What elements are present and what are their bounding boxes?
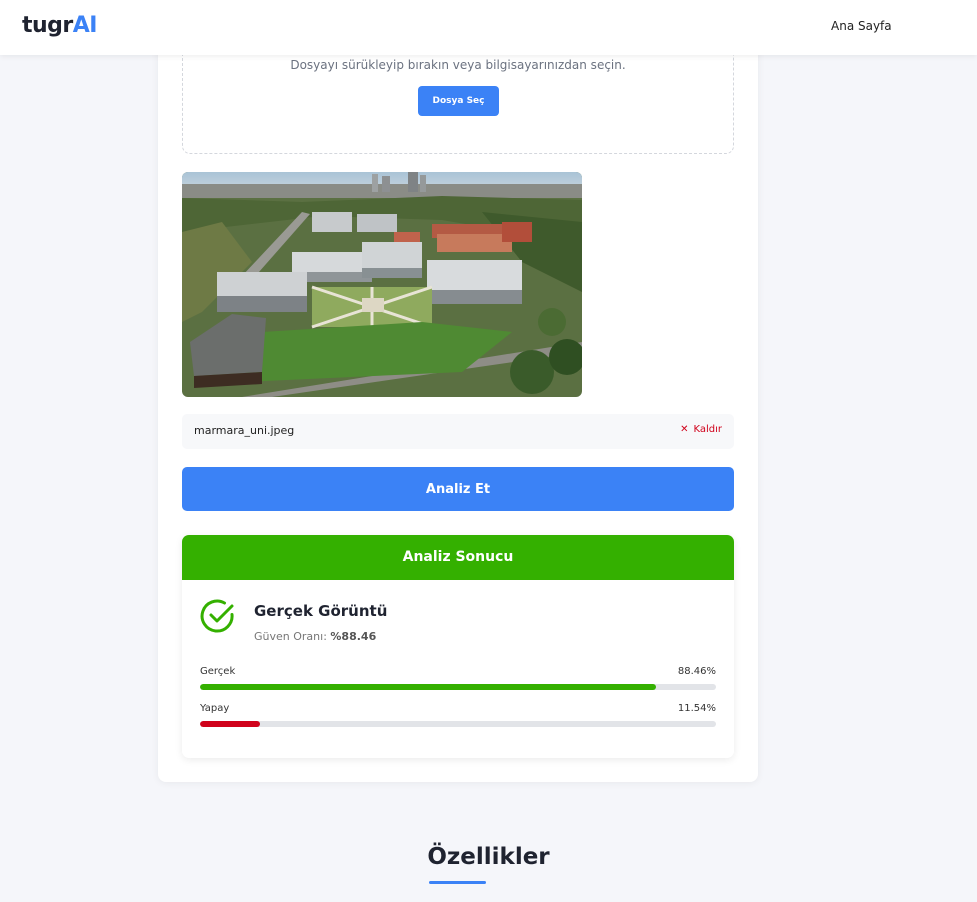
dropzone-instructions: Dosyayı sürükleyip bırakın veya bilgisay…	[290, 58, 626, 72]
image-preview	[182, 172, 582, 397]
analysis-result: Analiz Sonucu Gerçek Görüntü Güven Oranı…	[182, 535, 734, 758]
nav-link-home[interactable]: Ana Sayfa	[831, 19, 892, 33]
remove-file-button[interactable]: ✕ Kaldır	[680, 424, 722, 435]
result-title: Analiz Sonucu	[182, 535, 734, 580]
bar-label-real: Gerçek	[200, 666, 236, 677]
choose-file-button[interactable]: Dosya Seç	[418, 86, 499, 116]
remove-label: Kaldır	[693, 424, 722, 435]
brand-logo[interactable]: tugrAI	[22, 13, 98, 38]
campus-photo	[182, 172, 582, 397]
result-verdict: Gerçek Görüntü	[254, 602, 388, 620]
bar-percent-real: 88.46%	[677, 666, 716, 677]
confidence-text: Güven Oranı: %88.46	[254, 630, 376, 643]
bar-percent-fake: 11.54%	[677, 703, 716, 714]
selected-file-row: marmara_uni.jpeg ✕ Kaldır	[182, 414, 734, 449]
confidence-label: Güven Oranı:	[254, 630, 327, 643]
heading-underline	[429, 881, 486, 884]
check-circle-icon	[200, 599, 234, 633]
progress-bar-fake	[200, 721, 716, 727]
close-icon: ✕	[680, 424, 689, 435]
progress-fill-fake	[200, 721, 260, 727]
bar-label-fake: Yapay	[200, 703, 230, 714]
progress-bar-real	[200, 684, 716, 690]
confidence-value: %88.46	[330, 630, 377, 643]
analyze-button[interactable]: Analiz Et	[182, 467, 734, 511]
file-dropzone[interactable]: Dosyayı sürükleyip bırakın veya bilgisay…	[182, 40, 734, 154]
top-navbar: tugrAI Ana Sayfa	[0, 0, 977, 55]
features-heading: Özellikler	[427, 844, 550, 870]
upload-card: Dosyayı sürükleyip bırakın veya bilgisay…	[158, 40, 758, 782]
progress-fill-real	[200, 684, 657, 690]
file-name: marmara_uni.jpeg	[194, 424, 295, 437]
logo-accent-text: AI	[72, 13, 98, 38]
logo-text: tugr	[22, 13, 73, 38]
